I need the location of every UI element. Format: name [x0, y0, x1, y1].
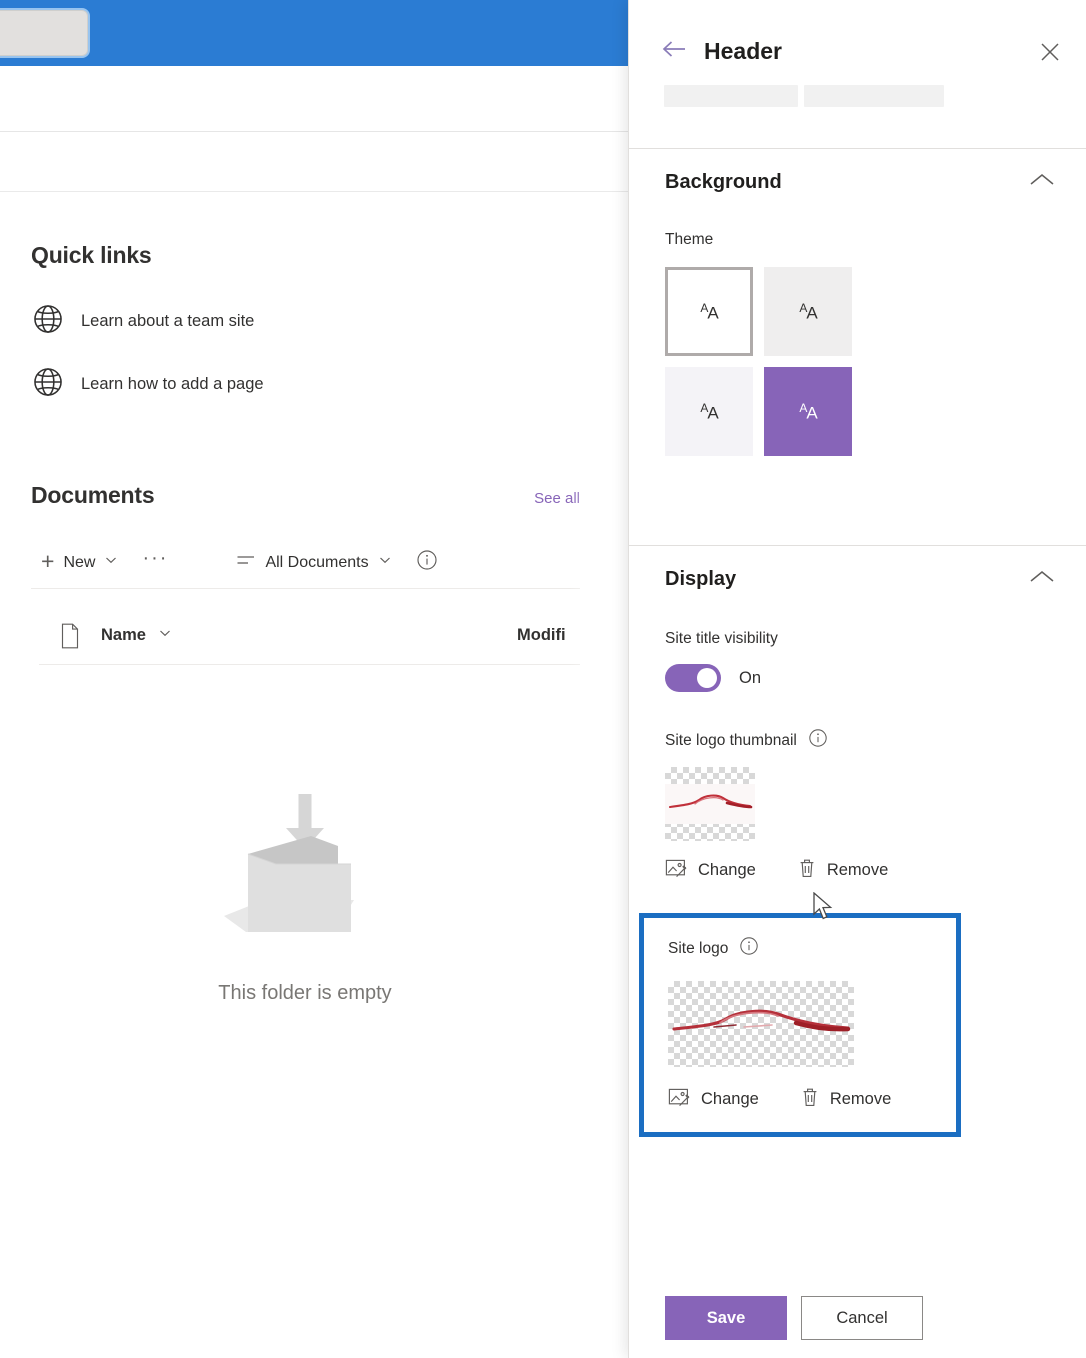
chevron-up-icon[interactable] [1029, 569, 1055, 590]
info-circle-icon[interactable] [739, 936, 759, 961]
quick-links-list: Learn about a team site Learn how to add… [31, 299, 264, 406]
quick-link-item[interactable]: Learn how to add a page [31, 362, 264, 406]
arrow-left-icon[interactable] [661, 39, 687, 64]
site-logo-label-row: Site logo [668, 936, 956, 961]
site-logo-remove-label: Remove [829, 1090, 892, 1108]
theme-swatch-grid: AA AA AA AA [629, 249, 979, 456]
site-logo-block: Site logo Change Remove [639, 913, 961, 1137]
globe-icon [31, 365, 65, 404]
site-logo-thumbnail-label-row: Site logo thumbnail [629, 692, 1086, 753]
theme-label: Theme [665, 231, 714, 248]
site-title-visibility-row: On [629, 648, 1086, 692]
theme-swatch-light[interactable]: AA [665, 267, 753, 356]
site-logo-thumbnail-remove-button[interactable]: Remove [798, 858, 888, 883]
quick-link-label: Learn about a team site [81, 311, 255, 330]
screen: Quick links Learn about a team site Lear… [0, 0, 1086, 1358]
site-logo-thumbnail-actions: Change Remove [665, 858, 1051, 883]
site-logo-thumbnail-block: Change Remove [629, 753, 1086, 883]
column-header-name-label: Name [101, 626, 146, 644]
list-view-icon [236, 552, 256, 573]
quick-links-webpart: Quick links Learn about a team site Lear… [31, 242, 264, 406]
column-header-name[interactable]: Name [101, 626, 172, 645]
display-section-title: Display [665, 567, 737, 590]
empty-folder-illustration [206, 792, 404, 952]
background-section: Background Theme AA AA AA AA [629, 149, 1086, 456]
site-logo-thumbnail-label: Site logo thumbnail [665, 731, 797, 749]
browser-tab[interactable] [0, 10, 88, 56]
image-edit-icon [668, 1087, 690, 1112]
layout-placeholder-group [664, 85, 944, 107]
site-logo-change-button[interactable]: Change [668, 1087, 759, 1112]
theme-swatch-glyph: AA [700, 300, 718, 323]
documents-webpart-header: Documents See all [31, 482, 580, 509]
documents-command-bar: + New ··· All Documents [31, 537, 580, 589]
quick-link-label: Learn how to add a page [81, 374, 264, 393]
site-logo-change-label: Change [701, 1090, 759, 1108]
globe-icon [31, 302, 65, 341]
panel-title: Header [704, 38, 782, 64]
chevron-down-icon [158, 626, 172, 645]
theme-swatch-soft[interactable]: AA [665, 367, 753, 456]
site-title-visibility-label: Site title visibility [665, 630, 778, 647]
close-icon[interactable] [1038, 40, 1062, 69]
browser-tab-strip [0, 0, 630, 66]
empty-folder-text: This folder is empty [218, 982, 392, 1004]
site-logo-preview[interactable] [668, 981, 854, 1067]
content-fade-overlay [570, 192, 630, 1358]
site-logo-actions: Change Remove [668, 1087, 956, 1112]
info-circle-icon[interactable] [808, 728, 828, 753]
plus-icon: + [41, 548, 55, 574]
browser-toolbar [0, 66, 630, 132]
column-header-modified[interactable]: Modifi [517, 626, 566, 645]
site-logo-label: Site logo [668, 939, 729, 957]
image-edit-icon [665, 858, 687, 883]
trash-icon [798, 858, 816, 883]
documents-title: Documents [31, 482, 155, 508]
documents-table-header: Name Modifi [39, 607, 580, 665]
browser-secondary-bar [0, 132, 630, 192]
background-section-title: Background [665, 170, 782, 193]
info-circle-icon[interactable] [402, 549, 438, 576]
quick-links-title: Quick links [31, 242, 152, 268]
panel-footer: Save Cancel [629, 1296, 1086, 1358]
sharepoint-page-content: Quick links Learn about a team site Lear… [0, 192, 630, 1358]
view-selector-button[interactable]: All Documents [226, 543, 401, 583]
chevron-down-icon [378, 553, 392, 572]
empty-folder-state: This folder is empty [0, 792, 610, 1005]
overflow-menu-button[interactable]: ··· [128, 547, 182, 570]
header-settings-panel: Header Background Theme AA AA AA AA Disp… [628, 0, 1086, 1358]
site-logo-thumbnail-change-button[interactable]: Change [665, 858, 756, 883]
file-type-icon[interactable] [39, 623, 101, 649]
site-title-visibility-state: On [739, 668, 762, 687]
site-logo-thumbnail-preview[interactable] [665, 767, 755, 841]
quick-link-item[interactable]: Learn about a team site [31, 299, 264, 343]
toggle-knob [697, 668, 717, 688]
site-logo-remove-button[interactable]: Remove [801, 1087, 891, 1112]
cancel-button[interactable]: Cancel [801, 1296, 923, 1340]
save-button[interactable]: Save [665, 1296, 787, 1340]
background-section-header[interactable]: Background [629, 149, 1086, 215]
trash-icon [801, 1087, 819, 1112]
theme-swatch-neutral[interactable]: AA [764, 267, 852, 356]
view-selector-label: All Documents [265, 553, 369, 571]
layout-placeholder[interactable] [664, 85, 798, 107]
theme-swatch-strong[interactable]: AA [764, 367, 852, 456]
chevron-up-icon[interactable] [1029, 172, 1055, 193]
site-title-visibility-toggle[interactable] [665, 664, 721, 692]
chevron-down-icon [104, 553, 118, 572]
theme-swatch-glyph: AA [799, 400, 817, 423]
see-all-link[interactable]: See all [534, 490, 580, 507]
theme-swatch-glyph: AA [799, 300, 817, 323]
site-logo-thumbnail-remove-label: Remove [826, 861, 889, 879]
new-button-label: New [63, 553, 96, 571]
layout-placeholder[interactable] [804, 85, 944, 107]
site-logo-thumbnail-change-label: Change [698, 861, 756, 879]
new-button[interactable]: + New [31, 543, 128, 583]
display-section-header[interactable]: Display [629, 546, 1086, 612]
display-section: Display Site title visibility On Site lo [629, 546, 1086, 1137]
theme-swatch-glyph: AA [700, 400, 718, 423]
